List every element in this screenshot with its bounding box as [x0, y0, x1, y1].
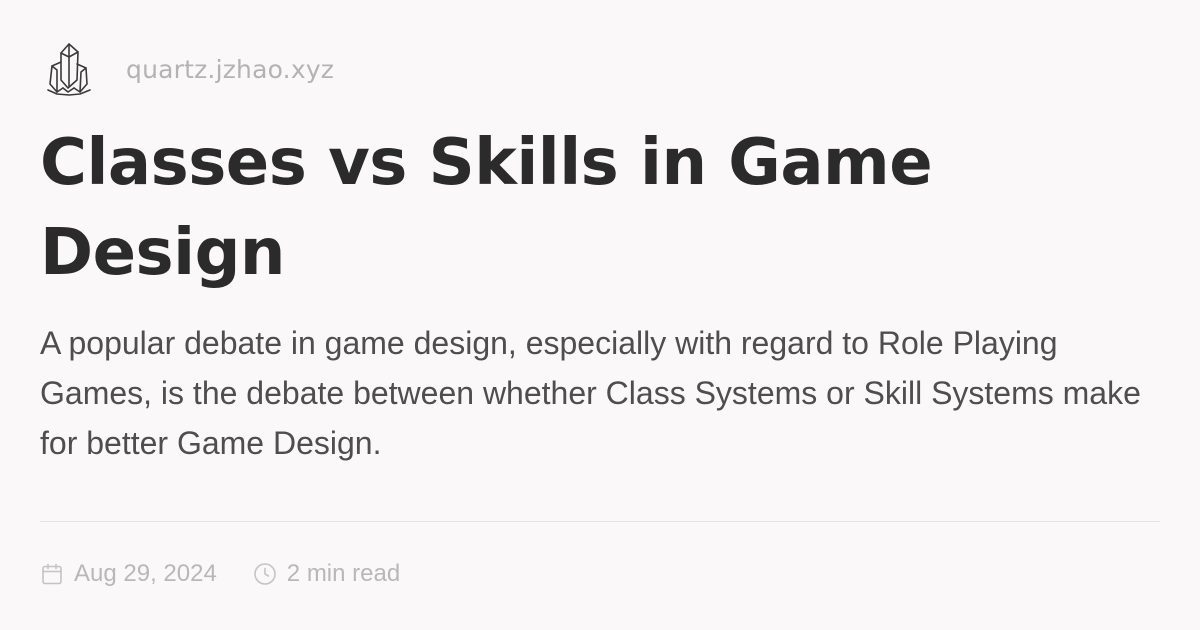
site-header: quartz.jzhao.xyz	[40, 40, 334, 98]
og-card: quartz.jzhao.xyz Classes vs Skills in Ga…	[40, 0, 1160, 630]
reading-time-text: 2 min read	[286, 560, 401, 587]
reading-time: 2 min read	[253, 560, 400, 588]
page-title: Classes vs Skills in Game Design	[40, 126, 933, 290]
publish-date: Aug 29, 2024	[40, 560, 217, 588]
article-meta: Aug 29, 2024 2 min read	[40, 556, 400, 592]
calendar-icon	[42, 563, 62, 585]
divider	[40, 521, 1160, 522]
clock-icon	[253, 563, 276, 585]
publish-date-text: Aug 29, 2024	[74, 560, 217, 587]
page-description: A popular debate in game design, especia…	[40, 325, 1141, 461]
crystal-cluster-icon	[47, 43, 91, 96]
site-name: quartz.jzhao.xyz	[126, 54, 335, 84]
